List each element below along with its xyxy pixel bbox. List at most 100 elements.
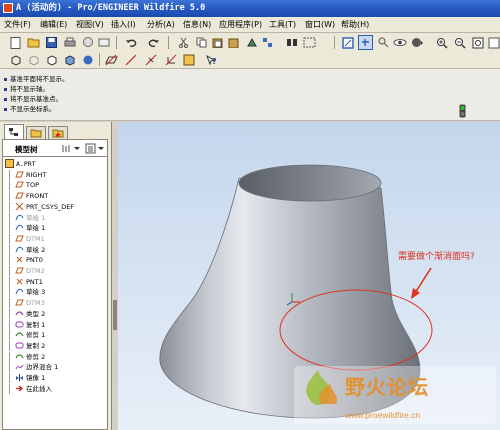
- send-mail-icon[interactable]: [80, 35, 95, 50]
- paste-special-icon[interactable]: [226, 35, 241, 50]
- csys-toggle-icon[interactable]: [164, 52, 179, 67]
- tree-item-label: TOP: [26, 181, 40, 190]
- tree-item[interactable]: 在此插入: [3, 383, 107, 394]
- refit-icon[interactable]: [470, 35, 485, 50]
- menu-info[interactable]: 信息(N): [183, 19, 211, 31]
- undo-icon[interactable]: [124, 35, 139, 50]
- tree-connector: [9, 191, 10, 202]
- paste-icon[interactable]: [210, 35, 225, 50]
- menu-file[interactable]: 文件(F): [4, 19, 31, 31]
- reorient-icon[interactable]: [486, 35, 500, 50]
- datum-planes-toggle-icon[interactable]: [104, 52, 119, 67]
- tree-item[interactable]: PNT0: [3, 255, 107, 266]
- datum-axes-toggle-icon[interactable]: [124, 52, 139, 67]
- tree-item[interactable]: 复制 1: [3, 319, 107, 330]
- tree-item[interactable]: 草绘 3: [3, 287, 107, 298]
- find-icon[interactable]: [284, 35, 299, 50]
- tree-item-label: DTM1: [26, 234, 45, 243]
- tree-item[interactable]: 镜像 1: [3, 373, 107, 383]
- open-folder-icon[interactable]: [26, 35, 41, 50]
- datum-plane-icon: [15, 266, 24, 275]
- select-box-icon[interactable]: [302, 35, 317, 50]
- tree-item[interactable]: DTM1: [3, 233, 107, 244]
- datum-points-toggle-icon[interactable]: [144, 52, 159, 67]
- menu-analysis[interactable]: 分析(A): [147, 19, 175, 31]
- tree-item[interactable]: DTM2: [3, 266, 107, 276]
- wireframe-icon[interactable]: [8, 52, 23, 67]
- menu-help[interactable]: 帮助(H): [341, 19, 369, 31]
- tree-settings-dropdown[interactable]: [61, 143, 81, 154]
- datum-point-icon: [15, 277, 24, 286]
- regen-manager-icon[interactable]: [260, 35, 275, 50]
- tree-connector: [9, 276, 10, 287]
- csys-icon: [15, 202, 24, 211]
- sketch-icon: [15, 245, 24, 254]
- annotation-toggle-icon[interactable]: [182, 52, 197, 67]
- print-icon[interactable]: [62, 35, 77, 50]
- svg-text:?: ?: [212, 57, 217, 66]
- tab-model-tree[interactable]: [4, 124, 24, 139]
- orient-mode-icon[interactable]: [376, 35, 391, 50]
- tree-item-label: 镜像 1: [26, 374, 46, 382]
- tree-item[interactable]: 草绘 1: [3, 212, 107, 223]
- tree-item-label: 草绘 1: [26, 224, 46, 233]
- tree-item[interactable]: 修剪 2: [3, 351, 107, 362]
- shading-sphere-icon[interactable]: [410, 35, 425, 50]
- tree-item[interactable]: DTM3: [3, 298, 107, 309]
- annotation-arrow: [411, 267, 432, 299]
- tree-root-item[interactable]: A.PRT: [3, 159, 107, 169]
- watermark-url: www.proewildfire.cn: [345, 410, 421, 420]
- repaint-icon[interactable]: [340, 35, 355, 50]
- view-eye-icon[interactable]: [392, 35, 407, 50]
- regen-status-light-icon[interactable]: [459, 104, 466, 118]
- sketch-icon: [15, 213, 24, 222]
- save-icon[interactable]: [44, 35, 59, 50]
- tree-item-label: RIGHT: [26, 170, 47, 179]
- tree-item[interactable]: TOP: [3, 180, 107, 191]
- tree-item[interactable]: 复制 2: [3, 340, 107, 351]
- copy-icon[interactable]: [194, 35, 209, 50]
- zoom-out-icon[interactable]: [452, 35, 467, 50]
- tree-item[interactable]: PNT1: [3, 276, 107, 287]
- cut-icon[interactable]: [176, 35, 191, 50]
- tree-item[interactable]: FRONT: [3, 191, 107, 202]
- zoom-in-icon[interactable]: [434, 35, 449, 50]
- tree-item[interactable]: 草绘 2: [3, 244, 107, 255]
- tree-item[interactable]: 修剪 1: [3, 330, 107, 341]
- regen-model-icon[interactable]: [244, 35, 259, 50]
- whats-this-icon[interactable]: ?: [204, 52, 219, 67]
- tree-item-label: 草绘 2: [26, 245, 46, 254]
- regenerate-icon[interactable]: [96, 35, 111, 50]
- menu-view[interactable]: 视图(V): [76, 19, 104, 31]
- tree-item[interactable]: RIGHT: [3, 169, 107, 180]
- splitter-grip[interactable]: [113, 300, 117, 330]
- tree-item[interactable]: 类型 2: [3, 308, 107, 319]
- model-top-opening[interactable]: [238, 164, 382, 202]
- tree-item[interactable]: 草绘 1: [3, 223, 107, 234]
- model-sphere-icon[interactable]: [80, 52, 95, 67]
- message-text: 基准平面将不显示。: [10, 75, 69, 83]
- datum-plane-icon: [15, 191, 24, 200]
- menu-window[interactable]: 窗口(W): [305, 19, 335, 31]
- no-hidden-icon[interactable]: [44, 52, 59, 67]
- message-area: 基准平面将不显示。 将不显示轴。 将不显示基准点。 不显示坐标系。: [0, 69, 500, 121]
- tree-item[interactable]: PRT_CSYS_DEF: [3, 201, 107, 212]
- menu-tools[interactable]: 工具(T): [269, 19, 296, 31]
- mirror-icon: [15, 373, 24, 382]
- message-line: 基准平面将不显示。: [4, 73, 69, 83]
- menu-edit[interactable]: 编辑(E): [40, 19, 67, 31]
- tab-favorites[interactable]: [48, 126, 68, 139]
- tree-connector: [9, 340, 10, 351]
- datum-plane-icon: [15, 234, 24, 243]
- tab-folder-browser[interactable]: [26, 126, 46, 139]
- menu-applications[interactable]: 应用程序(P): [219, 19, 262, 31]
- shaded-icon[interactable]: [62, 52, 77, 67]
- tree-show-dropdown[interactable]: [85, 143, 105, 154]
- menu-insert[interactable]: 插入(I): [111, 19, 136, 31]
- redo-icon[interactable]: [146, 35, 161, 50]
- spin-center-icon[interactable]: [358, 35, 373, 50]
- tree-connector: [9, 287, 10, 298]
- hidden-line-icon[interactable]: [26, 52, 41, 67]
- new-file-icon[interactable]: [8, 35, 23, 50]
- tree-item[interactable]: 边界混合 1: [3, 362, 107, 373]
